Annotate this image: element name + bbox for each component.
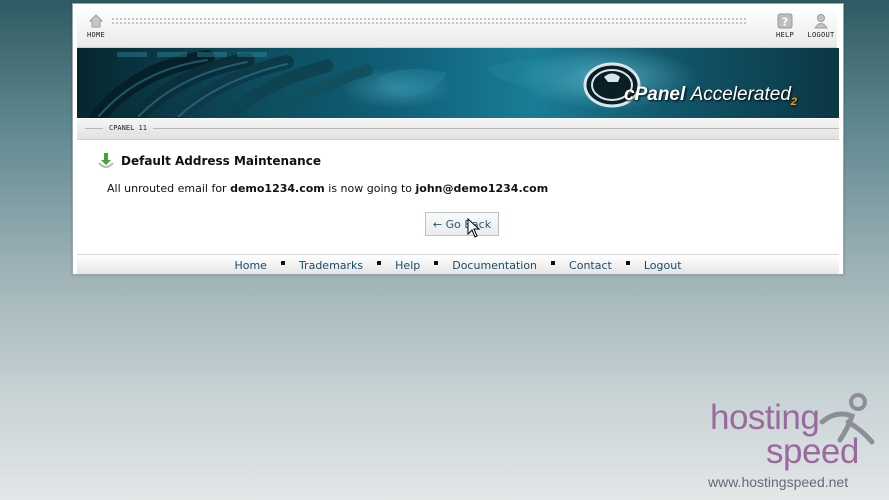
footer-separator <box>377 261 382 265</box>
top-toolbar: HOME ? HELP LOGOUT <box>77 7 837 48</box>
breadcrumb: CPANEL 11 <box>77 119 839 140</box>
breadcrumb-cpanel[interactable]: CPANEL 11 <box>103 122 153 134</box>
cpanel-logo: cPanel Accelerated2 <box>582 60 822 110</box>
footer-link-contact[interactable]: Contact <box>569 259 612 272</box>
user-icon <box>813 13 829 29</box>
footer-link-trademarks[interactable]: Trademarks <box>299 259 363 272</box>
status-message: All unrouted email for demo1234.com is n… <box>107 182 549 195</box>
footer-link-help[interactable]: Help <box>395 259 420 272</box>
footer-separator <box>280 261 285 265</box>
toolbar-dots <box>111 17 747 25</box>
cpanel-window: HOME ? HELP LOGOUT cPanel Accelerated2 C… <box>72 3 844 275</box>
breadcrumb-divider <box>85 128 839 129</box>
footer-link-documentation[interactable]: Documentation <box>452 259 537 272</box>
footer-nav: Home Trademarks Help Documentation Contact Lo… <box>77 254 839 274</box>
hostingspeed-watermark: hosting speed www.hostingspeed.net <box>708 392 878 496</box>
home-button[interactable]: HOME <box>81 13 111 39</box>
footer-separator <box>434 261 439 265</box>
footer-separator <box>551 261 556 265</box>
page-heading: Default Address Maintenance <box>97 152 321 170</box>
footer-link-logout[interactable]: Logout <box>644 259 682 272</box>
logout-label: LOGOUT <box>807 31 835 39</box>
page-title: Default Address Maintenance <box>121 154 321 168</box>
svg-text:?: ? <box>782 16 788 29</box>
footer-separator <box>625 261 630 265</box>
watermark-url: www.hostingspeed.net <box>708 474 849 490</box>
help-button[interactable]: ? HELP <box>773 13 797 39</box>
cpanel-accelerated-text: cPanel Accelerated2 <box>624 84 798 108</box>
help-label: HELP <box>775 31 795 39</box>
home-label: HOME <box>86 31 106 39</box>
mouse-pointer-icon <box>467 218 481 238</box>
download-arrow-icon <box>98 153 114 168</box>
cpanel-banner: cPanel Accelerated2 <box>77 48 839 118</box>
domain-value: demo1234.com <box>230 182 325 195</box>
go-back-button[interactable]: ← Go Back <box>425 212 499 236</box>
logout-button[interactable]: LOGOUT <box>805 13 837 39</box>
footer-link-home[interactable]: Home <box>234 259 266 272</box>
runner-logo-icon <box>819 393 875 445</box>
forward-target: john@demo1234.com <box>415 182 549 195</box>
help-icon: ? <box>777 13 793 29</box>
home-icon <box>88 13 104 29</box>
